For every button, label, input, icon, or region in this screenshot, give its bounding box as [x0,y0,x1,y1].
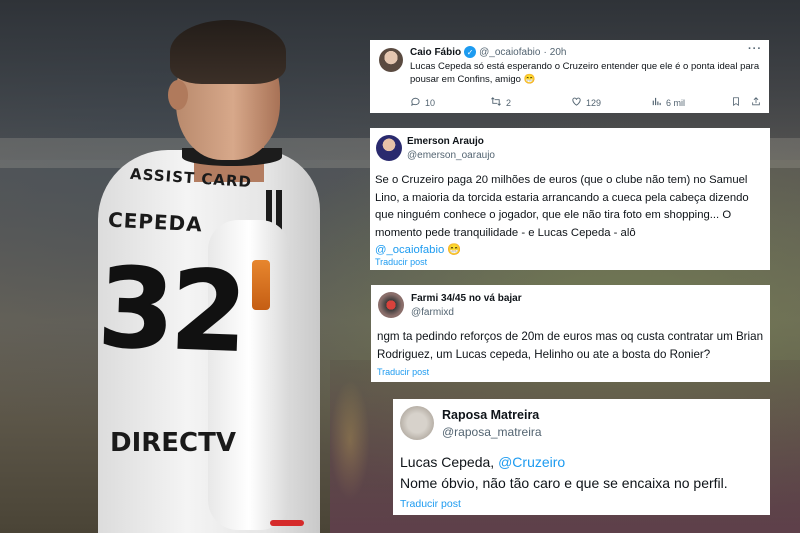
views-icon [651,96,662,110]
tweet-text: Se o Cruzeiro paga 20 milhões de euros (… [375,172,767,260]
tweet-text: Lucas Cepeda só está esperando o Cruzeir… [410,61,760,85]
mention-link[interactable]: @_ocaiofabio [375,244,444,256]
like-button[interactable]: 129 [571,96,601,110]
tweet-header: Caio Fábio ✓ @_ocaiofabio · 20h [410,46,566,58]
share-icon [751,96,761,110]
heart-icon [571,96,582,110]
translate-post-link[interactable]: Traducir post [377,367,429,377]
views-count: 6 mil [666,98,686,108]
tweet-text: ngm ta pedindo reforços de 20m de euros … [377,330,764,361]
share-button[interactable] [751,96,761,110]
tweet-time[interactable]: 20h [550,47,567,58]
retweet-button[interactable]: 2 [490,96,511,110]
author-handle[interactable]: @emerson_oaraujo [407,150,495,161]
tweet-card[interactable]: Caio Fábio ✓ @_ocaiofabio · 20h ··· Luca… [370,40,769,113]
tweet-card[interactable]: Raposa Matreira @raposa_matreira Lucas C… [393,399,770,515]
author-handle[interactable]: @raposa_matreira [442,425,542,439]
tweet-text: Lucas Cepeda, @Cruzeiro Nome óbvio, não … [400,452,765,494]
author-name[interactable]: Emerson Araujo [407,136,484,147]
separator: · [543,46,547,58]
reply-icon [410,96,421,110]
reply-button[interactable]: 10 [410,96,435,110]
like-count: 129 [586,98,602,108]
author-handle[interactable]: @farmixd [411,307,454,318]
translate-post-link[interactable]: Traducir post [400,498,461,510]
jersey-number: 32 [95,243,246,377]
emoji: 😁 [447,244,462,256]
bookmark-button[interactable] [731,96,741,110]
retweet-icon [490,96,502,110]
views-button[interactable]: 6 mil [651,96,685,110]
more-options-icon[interactable]: ··· [748,43,762,55]
wristband [270,520,304,526]
avatar[interactable] [400,406,434,440]
avatar[interactable] [378,292,404,318]
player-hair [170,20,286,84]
tweet-text-end: Nome óbvio, não tão caro e que se encaix… [400,475,728,491]
author-name[interactable]: Caio Fábio [410,47,461,58]
jersey-name: CEPEDA [107,207,204,237]
player-ear [168,80,188,110]
tweet-text-start: Lucas Cepeda, [400,454,499,470]
mention-link[interactable]: @Cruzeiro [498,454,565,470]
league-patch [252,260,270,310]
reply-count: 10 [425,98,436,108]
author-handle[interactable]: @_ocaiofabio [479,47,540,58]
jersey-sponsor-bottom: DIRECTV [110,428,236,458]
tweet-card[interactable]: Emerson Araujo @emerson_oaraujo Se o Cru… [370,128,770,270]
tweet-card[interactable]: Farmi 34/45 no vá bajar @farmixd ngm ta … [371,285,770,382]
avatar[interactable] [379,48,403,72]
retweet-count: 2 [506,98,512,108]
avatar[interactable] [376,135,402,161]
verified-badge-icon: ✓ [464,46,477,58]
bookmark-icon [731,96,741,110]
translate-post-link[interactable]: Traducir post [375,257,427,267]
tweet-text-main: Se o Cruzeiro paga 20 milhões de euros (… [375,174,749,239]
author-name[interactable]: Farmi 34/45 no vá bajar [411,293,522,304]
player-figure: ASSIST CARD CEPEDA 32 DIRECTV [90,10,330,533]
author-name[interactable]: Raposa Matreira [442,408,539,422]
